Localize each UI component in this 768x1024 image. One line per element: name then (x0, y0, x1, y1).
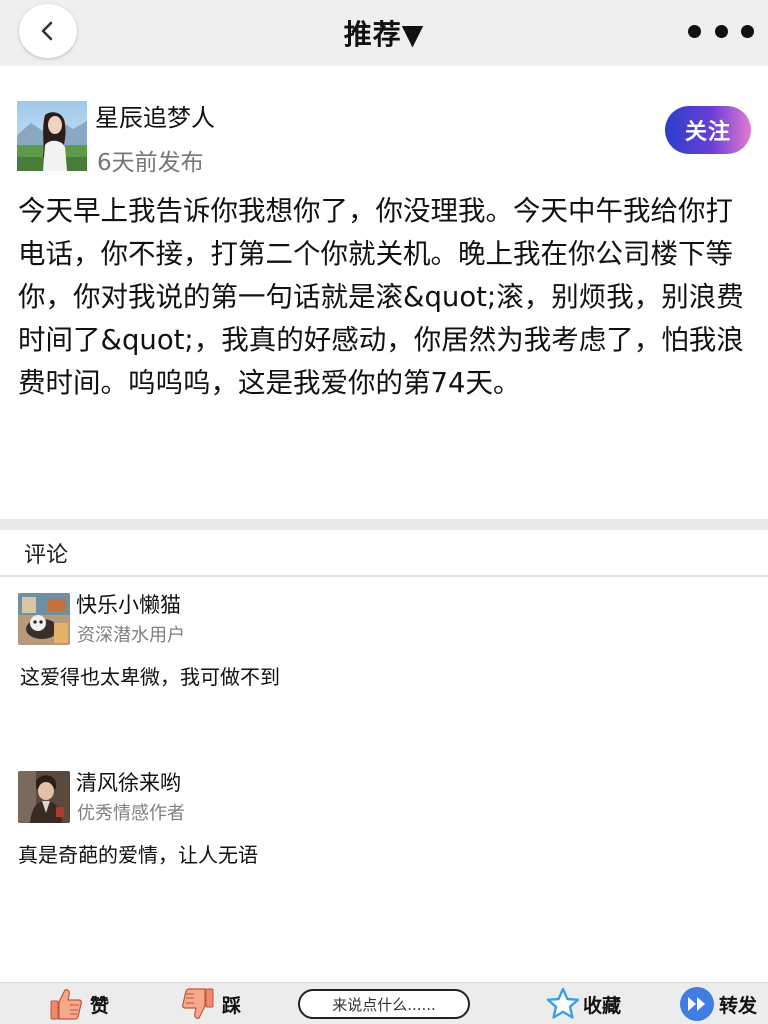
like-button[interactable]: 赞 (48, 983, 109, 1024)
like-label: 赞 (90, 994, 110, 1017)
post-time: 6天前发布 (97, 150, 204, 176)
commenter-badge: 资深潜水用户 (77, 625, 185, 646)
comments-heading: 评论 (24, 543, 69, 568)
thumbs-up-icon (50, 989, 82, 1020)
favorite-button[interactable]: 收藏 (545, 983, 621, 1024)
commenter-badge: 优秀情感作者 (77, 803, 185, 824)
forward-icon (680, 987, 714, 1021)
share-label: 转发 (719, 994, 758, 1017)
commenter-avatar[interactable] (18, 771, 70, 823)
more-options-button[interactable] (688, 22, 754, 40)
commenter-avatar[interactable] (18, 593, 70, 645)
more-dots-icon (714, 24, 728, 38)
top-nav-bar: 推荐▼ (0, 0, 768, 66)
more-dots-icon (688, 24, 701, 38)
comment-input[interactable]: 来说点什么...... (298, 989, 470, 1019)
star-icon (546, 987, 580, 1019)
dislike-label: 踩 (222, 994, 242, 1017)
comment-text: 真是奇葩的爱情，让人无语 (18, 843, 258, 867)
author-avatar[interactable] (17, 101, 87, 171)
thumbs-down-icon (182, 988, 214, 1019)
section-divider (0, 519, 768, 530)
favorite-label: 收藏 (583, 994, 622, 1017)
post-detail-page: 推荐▼ 星辰追梦人 6天前发布 关注 今天早上我告诉你我想你了，你没理我。今天中… (0, 0, 768, 1024)
feed-selector-title[interactable]: 推荐▼ (0, 13, 768, 53)
commenter-name[interactable]: 清风徐来哟 (76, 767, 181, 797)
dislike-button[interactable]: 踩 (180, 983, 241, 1024)
follow-button[interactable]: 关注 (665, 106, 751, 154)
commenter-name[interactable]: 快乐小懒猫 (76, 589, 181, 619)
comments-divider (0, 575, 768, 577)
post-content: 今天早上我告诉你我想你了，你没理我。今天中午我给你打电话，你不接，打第二个你就关… (18, 195, 744, 399)
author-name[interactable]: 星辰追梦人 (95, 98, 215, 133)
comment-text: 这爱得也太卑微，我可做不到 (20, 665, 280, 689)
more-dots-icon (741, 24, 754, 38)
share-button[interactable]: 转发 (679, 983, 757, 1024)
bottom-action-bar: 赞 踩 来说点什么...... 收藏 转发 (0, 982, 768, 1024)
